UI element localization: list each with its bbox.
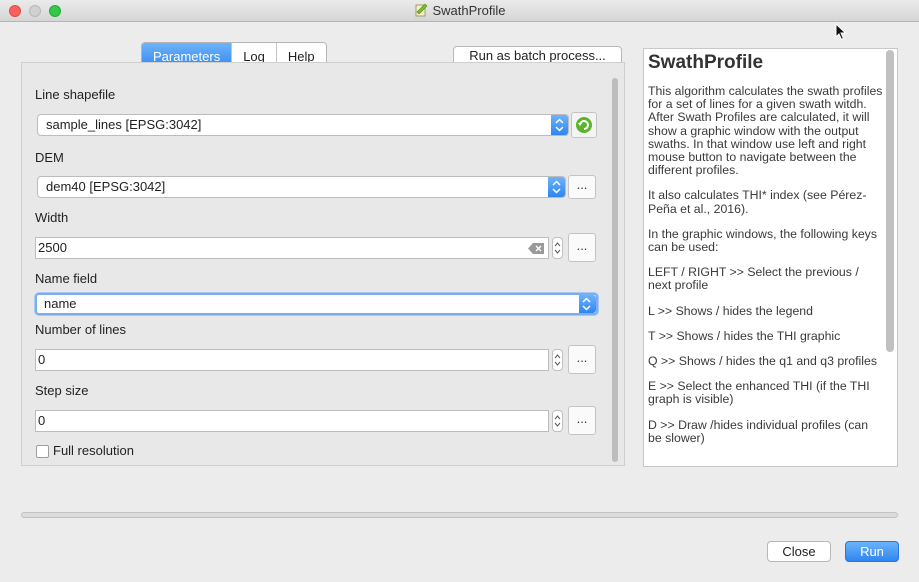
line-shapefile-label: Line shapefile: [35, 87, 116, 102]
dem-select[interactable]: dem40 [EPSG:3042]: [37, 176, 566, 198]
refresh-layers-button[interactable]: [571, 112, 597, 138]
help-paragraph: Q >> Shows / hides the q1 and q3 profile…: [648, 354, 878, 369]
help-paragraph: In the graphic windows, the following ke…: [648, 226, 877, 255]
help-paragraph: L >> Shows / hides the legend: [648, 303, 813, 318]
clear-icon[interactable]: [528, 243, 544, 254]
full-resolution-label: Full resolution: [53, 443, 134, 458]
help-scrollbar-thumb[interactable]: [886, 50, 894, 352]
number-of-lines-value: 0: [38, 352, 46, 367]
line-shapefile-select[interactable]: sample_lines [EPSG:3042]: [37, 114, 569, 136]
help-content: SwathProfile This algorithm calculates t…: [648, 52, 884, 457]
spinner-arrows-icon: [554, 415, 561, 427]
dem-label: DEM: [35, 150, 64, 165]
line-shapefile-value: sample_lines [EPSG:3042]: [46, 117, 202, 132]
help-paragraph: T >> Shows / hides the THI graphic: [648, 328, 841, 343]
parameters-scrollbar-thumb[interactable]: [612, 78, 618, 462]
help-title: SwathProfile: [648, 52, 764, 73]
close-button[interactable]: Close: [767, 541, 831, 562]
chevron-updown-icon: [551, 115, 568, 135]
parameters-scrollbar[interactable]: [611, 76, 619, 464]
mouse-cursor-icon: [835, 23, 847, 41]
help-paragraph: It also calculates THI* index (see Pérez…: [648, 188, 867, 216]
name-field-value: name: [44, 296, 77, 311]
dem-browse-button[interactable]: ...: [568, 175, 596, 199]
step-size-label: Step size: [35, 383, 89, 398]
chevron-updown-icon: [579, 295, 596, 313]
help-paragraph: E >> Select the enhanced THI (if the THI…: [648, 379, 870, 407]
chevron-updown-icon: [548, 177, 565, 197]
step-size-input[interactable]: 0: [35, 410, 549, 432]
help-paragraph: D >> Draw /hides individual profiles (ca…: [648, 417, 869, 445]
step-size-options-button[interactable]: ...: [568, 406, 596, 435]
width-label: Width: [35, 210, 69, 225]
step-size-spinner[interactable]: [552, 410, 563, 432]
script-icon: [415, 3, 427, 17]
name-field-select[interactable]: name: [35, 293, 598, 315]
refresh-icon: [576, 117, 592, 133]
dem-value: dem40 [EPSG:3042]: [46, 179, 166, 194]
help-paragraph: This algorithm calculates the swath prof…: [648, 84, 883, 178]
title-bar: SwathProfile: [0, 0, 919, 22]
run-button[interactable]: Run: [845, 541, 899, 562]
help-panel: SwathProfile This algorithm calculates t…: [643, 48, 898, 467]
number-of-lines-options-button[interactable]: ...: [568, 345, 596, 374]
spinner-arrows-icon: [554, 354, 561, 366]
width-value: 2500: [38, 240, 67, 255]
step-size-value: 0: [38, 413, 46, 428]
window-title-wrap: SwathProfile: [0, 3, 919, 18]
progress-bar: [21, 512, 898, 518]
spinner-arrows-icon: [554, 242, 561, 254]
width-input[interactable]: 2500: [35, 237, 549, 259]
window-title: SwathProfile: [432, 3, 506, 18]
number-of-lines-input[interactable]: 0: [35, 349, 549, 371]
number-of-lines-label: Number of lines: [35, 322, 127, 337]
help-paragraph: LEFT / RIGHT >> Select the previous / ne…: [648, 265, 859, 293]
width-options-button[interactable]: ...: [568, 233, 596, 262]
full-resolution-checkbox[interactable]: [36, 445, 49, 458]
name-field-label: Name field: [35, 271, 98, 286]
width-spinner[interactable]: [552, 237, 563, 259]
number-of-lines-spinner[interactable]: [552, 349, 563, 371]
